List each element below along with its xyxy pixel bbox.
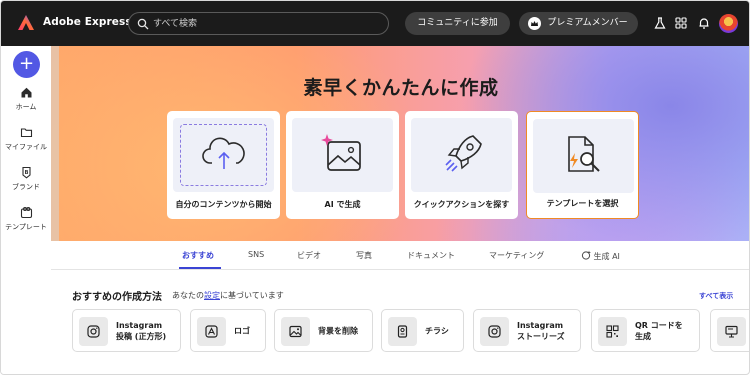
card-thumbnail	[292, 118, 393, 192]
sidebar-item-label: マイファイル	[5, 143, 47, 151]
tab-photo[interactable]: 写真	[356, 250, 372, 261]
tab-video[interactable]: ビデオ	[297, 250, 321, 261]
flyer-icon	[397, 325, 408, 338]
sidebar-item-my-files[interactable]: マイファイル	[1, 126, 51, 152]
quick-action-qr-code[interactable]: QR コードを 生成	[591, 309, 700, 352]
card-thumbnail	[173, 118, 274, 192]
adobe-express-logo-icon[interactable]	[17, 14, 35, 32]
app-title[interactable]: Adobe Express	[43, 16, 132, 28]
ai-generate-card[interactable]: AI で生成	[286, 111, 399, 219]
quick-action-label: ロゴ	[234, 326, 250, 335]
user-avatar[interactable]	[719, 14, 738, 33]
card-thumbnail	[411, 118, 512, 192]
qr-code-icon	[606, 325, 619, 338]
start-from-content-card[interactable]: 自分のコンテンツから開始	[167, 111, 280, 219]
icon-tile	[197, 317, 226, 346]
tab-generative-ai[interactable]: 生成 AI	[581, 250, 620, 262]
logo-icon	[205, 325, 218, 338]
choose-template-card[interactable]: テンプレートを選択	[526, 111, 639, 219]
cloud-upload-icon	[202, 137, 245, 169]
subtitle-text: あなたの	[172, 291, 204, 300]
icon-tile	[281, 317, 310, 346]
card-thumbnail	[533, 119, 634, 193]
sidebar: + ホーム マイファイル B ブランド テンプレート	[1, 46, 51, 374]
instagram-icon	[87, 325, 100, 338]
quick-action-label: 背景を削除	[318, 326, 358, 335]
apps-grid-icon[interactable]	[674, 16, 688, 30]
settings-link[interactable]: 設定	[204, 291, 220, 300]
quick-action-presentation[interactable]	[710, 309, 749, 352]
template-icon	[20, 207, 32, 219]
presentation-icon	[725, 325, 738, 338]
brand-icon: B	[21, 166, 31, 179]
card-label: クイックアクションを探す	[413, 200, 510, 209]
quick-action-label: Instagram 投稿 (正方形)	[116, 320, 167, 341]
quick-action-instagram-stories[interactable]: Instagram ストーリーズ	[473, 309, 581, 352]
instagram-icon	[488, 325, 501, 338]
sidebar-item-brand[interactable]: B ブランド	[1, 166, 51, 192]
tab-document[interactable]: ドキュメント	[407, 250, 455, 261]
hero-title: 素早くかんたんに作成	[303, 77, 499, 99]
tab-sns[interactable]: SNS	[248, 250, 264, 259]
sidebar-item-templates[interactable]: テンプレート	[1, 206, 51, 232]
quick-action-logo[interactable]: ロゴ	[190, 309, 266, 352]
category-tabs: おすすめ SNS ビデオ 写真 ドキュメント マーケティング 生成 AI	[51, 241, 749, 270]
app-window: Adobe Express コミュニティに参加 プレミアムメンバー	[0, 0, 750, 375]
sidebar-item-home[interactable]: ホーム	[1, 86, 51, 112]
ai-image-icon	[321, 134, 361, 171]
community-button-label: コミュニティに参加	[417, 18, 498, 28]
ai-sparkle-icon	[581, 250, 591, 260]
icon-tile	[79, 317, 108, 346]
flask-icon[interactable]	[653, 16, 667, 30]
quick-action-label: Instagram ストーリーズ	[517, 320, 565, 341]
create-new-button[interactable]: +	[13, 51, 40, 78]
remove-background-icon	[289, 325, 302, 338]
active-tab-indicator	[179, 267, 221, 269]
tab-recommended[interactable]: おすすめ	[182, 250, 214, 261]
search-icon	[137, 18, 149, 30]
community-button[interactable]: コミュニティに参加	[405, 12, 510, 35]
top-bar: Adobe Express コミュニティに参加 プレミアムメンバー	[1, 1, 749, 46]
sidebar-item-label: ブランド	[12, 183, 40, 191]
icon-tile	[480, 317, 509, 346]
quick-action-remove-background[interactable]: 背景を削除	[274, 309, 373, 352]
premium-member-label: プレミアムメンバー	[547, 18, 628, 28]
section-title: おすすめの作成方法	[72, 292, 162, 303]
icon-tile	[598, 317, 627, 346]
icon-tile	[388, 317, 417, 346]
subtitle-text: に基づいています	[220, 291, 284, 300]
folder-icon	[20, 128, 32, 138]
quick-action-label: QR コードを 生成	[635, 320, 683, 341]
crown-icon	[528, 17, 541, 30]
quick-action-label: チラシ	[425, 326, 449, 335]
search-input[interactable]	[153, 16, 373, 31]
svg-text:B: B	[24, 170, 28, 176]
tab-label: 生成 AI	[593, 252, 620, 261]
search-bar[interactable]	[128, 12, 389, 35]
card-label: 自分のコンテンツから開始	[175, 200, 272, 209]
quick-actions-card[interactable]: クイックアクションを探す	[405, 111, 518, 219]
home-icon	[21, 87, 31, 98]
card-label: テンプレートを選択	[546, 199, 619, 208]
icon-tile	[717, 317, 746, 346]
section-subtitle: あなたの設定に基づいています	[172, 290, 284, 301]
tab-marketing[interactable]: マーケティング	[489, 250, 544, 261]
card-label: AI で生成	[324, 200, 361, 209]
quick-action-instagram-post[interactable]: Instagram 投稿 (正方形)	[72, 309, 181, 352]
sidebar-item-label: ホーム	[15, 103, 37, 111]
template-search-icon	[568, 136, 600, 172]
quick-action-flyer[interactable]: チラシ	[381, 309, 464, 352]
notification-bell-icon[interactable]	[697, 16, 711, 30]
show-all-link[interactable]: すべて表示	[699, 291, 733, 301]
sidebar-item-label: テンプレート	[5, 223, 47, 231]
premium-member-button[interactable]: プレミアムメンバー	[519, 12, 638, 35]
rocket-icon	[445, 135, 482, 172]
